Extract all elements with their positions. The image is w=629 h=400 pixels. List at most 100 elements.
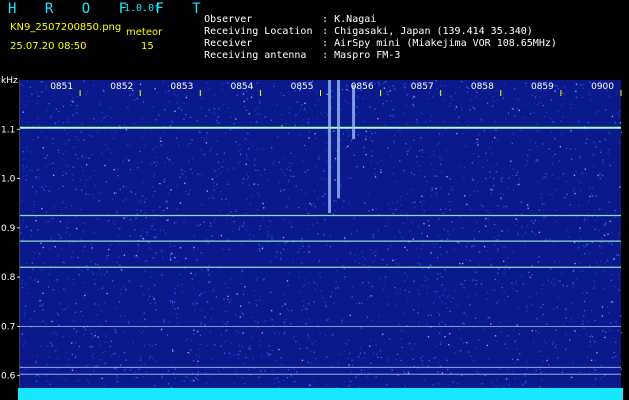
noise-dot (371, 132, 373, 135)
noise-dot (490, 323, 492, 325)
noise-dot (223, 298, 225, 300)
noise-dot (46, 109, 48, 111)
noise-dot (448, 385, 450, 387)
noise-dot (435, 187, 437, 190)
noise-dot (436, 256, 439, 259)
noise-dot (346, 343, 349, 345)
noise-dot (259, 228, 261, 230)
noise-dot (50, 342, 52, 344)
noise-dot (178, 107, 180, 109)
noise-dot (242, 332, 244, 334)
noise-dot (439, 246, 441, 248)
noise-dot (92, 337, 94, 339)
noise-dot (116, 375, 118, 377)
noise-dot (374, 132, 377, 134)
noise-dot (436, 175, 438, 177)
noise-dot (561, 371, 564, 373)
noise-dot (335, 259, 337, 261)
noise-dot (472, 327, 475, 329)
noise-dot (351, 296, 353, 298)
noise-dot (332, 143, 334, 145)
noise-dot (161, 274, 163, 276)
noise-dot (216, 183, 218, 185)
noise-dot (50, 236, 53, 239)
noise-dot (394, 287, 396, 289)
noise-dot (554, 153, 556, 155)
noise-dot (89, 364, 91, 366)
noise-dot (68, 117, 70, 119)
noise-dot (433, 357, 435, 359)
noise-dot (268, 234, 270, 236)
noise-dot (578, 205, 580, 207)
noise-dot (493, 289, 496, 292)
noise-dot (392, 173, 394, 175)
noise-dot (426, 235, 428, 237)
noise-dot (29, 86, 32, 88)
noise-dot (586, 218, 588, 220)
noise-dot (495, 170, 497, 173)
noise-dot (512, 174, 514, 177)
noise-dot (426, 285, 428, 287)
noise-dot (273, 85, 275, 87)
noise-dot (42, 292, 44, 294)
noise-dot (538, 101, 540, 103)
noise-dot (26, 149, 28, 152)
noise-dot (378, 315, 380, 317)
noise-dot (153, 176, 155, 178)
noise-dot (284, 242, 286, 244)
noise-dot (374, 255, 377, 257)
noise-dot (542, 104, 544, 107)
meteor-echo (352, 84, 356, 140)
noise-dot (449, 178, 451, 180)
noise-dot (217, 370, 219, 372)
noise-dot (58, 324, 60, 326)
noise-dot (225, 323, 227, 325)
noise-dot (38, 375, 41, 377)
noise-dot (290, 226, 293, 228)
noise-dot (245, 212, 248, 214)
noise-dot (103, 302, 106, 304)
noise-dot (32, 186, 34, 188)
noise-dot (523, 383, 525, 385)
noise-dot (618, 110, 620, 113)
noise-dot (615, 355, 617, 358)
noise-dot (45, 136, 47, 139)
noise-dot (196, 247, 198, 249)
noise-dot (471, 178, 473, 180)
noise-dot (40, 242, 42, 244)
noise-dot (511, 142, 513, 145)
noise-dot (538, 332, 540, 334)
noise-dot (485, 152, 487, 154)
noise-dot (256, 82, 259, 84)
noise-dot (465, 145, 467, 147)
noise-dot (618, 233, 620, 235)
noise-dot (139, 236, 142, 238)
noise-dot (396, 353, 399, 355)
noise-dot (26, 262, 28, 265)
filename-label: KN9_2507200850.png (10, 22, 122, 33)
noise-dot (263, 207, 265, 209)
noise-dot (512, 250, 514, 252)
noise-dot (537, 181, 539, 183)
noise-dot (464, 195, 466, 197)
noise-dot (70, 256, 73, 258)
noise-dot (235, 210, 237, 212)
noise-dot (26, 166, 28, 168)
noise-dot (601, 252, 603, 254)
noise-dot (286, 377, 288, 379)
noise-dot (71, 369, 74, 371)
noise-dot (124, 369, 126, 371)
noise-dot (603, 223, 605, 225)
noise-dot (489, 212, 491, 214)
noise-dot (393, 116, 395, 118)
noise-dot (53, 332, 56, 334)
noise-dot (494, 244, 496, 246)
noise-dot (322, 195, 324, 198)
noise-dot (423, 379, 425, 381)
noise-dot (546, 359, 548, 362)
noise-dot (584, 300, 586, 303)
noise-dot (439, 365, 442, 367)
noise-dot (106, 292, 108, 295)
noise-dot (535, 330, 537, 332)
noise-dot (446, 296, 449, 298)
